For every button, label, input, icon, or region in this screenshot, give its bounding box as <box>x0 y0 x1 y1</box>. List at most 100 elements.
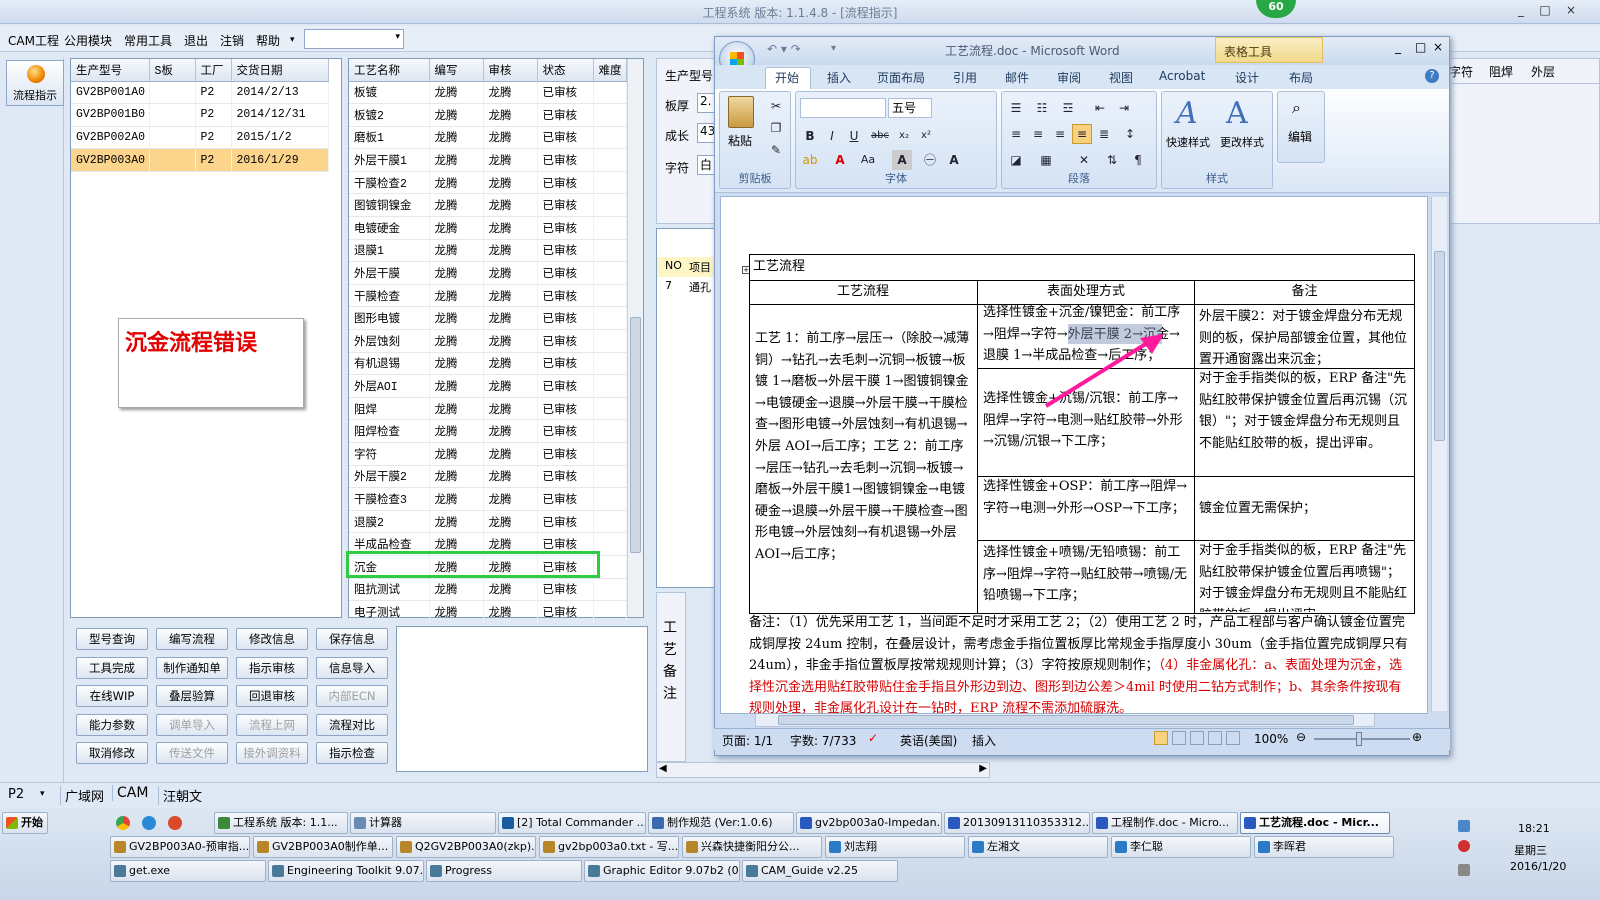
action-button[interactable]: 制作通知单 <box>156 656 228 679</box>
justify-icon[interactable]: ≡ <box>1072 124 1092 144</box>
reading-layout-icon[interactable] <box>1172 731 1186 745</box>
enclose-char-icon[interactable]: ㊀ <box>920 150 940 170</box>
taskbar-button[interactable]: 左湘文 <box>968 836 1108 858</box>
menu-help[interactable]: 帮助 <box>256 32 280 49</box>
table-row[interactable]: GV2BP003A0 P2 2016/1/29 <box>71 148 329 172</box>
change-style-label[interactable]: 更改样式 <box>1220 134 1264 150</box>
col-header[interactable]: 难度 <box>593 59 627 82</box>
multilevel-list-icon[interactable]: ☲ <box>1058 98 1078 118</box>
mini-cell[interactable]: 通孔 <box>689 279 711 295</box>
taskbar-button[interactable]: 兴森快捷衡阳分公... <box>682 836 822 858</box>
doc-hscrollbar[interactable] <box>755 713 1375 727</box>
distributed-icon[interactable]: ≣ <box>1094 124 1114 144</box>
table-row[interactable]: GV2BP001A0 P2 2014/2/13 <box>71 81 329 105</box>
action-button[interactable]: 指示检查 <box>316 742 388 764</box>
font-color-icon[interactable]: A <box>830 150 850 170</box>
format-painter-icon[interactable]: ✎ <box>766 140 786 160</box>
taskbar-button[interactable]: GV2BP003A0制作单... <box>253 836 393 858</box>
cam-tab[interactable]: CAM <box>112 785 148 801</box>
menu-tools[interactable]: 常用工具 <box>124 32 172 49</box>
taskbar-button[interactable]: gv2bp003a0-Impedan... <box>796 812 942 834</box>
maximize-icon[interactable]: □ <box>1536 3 1554 19</box>
action-button[interactable]: 传送文件 <box>156 742 228 764</box>
word-count[interactable]: 字数: 7/733 <box>790 732 856 749</box>
action-button[interactable]: 叠层验算 <box>156 685 228 707</box>
table-row[interactable]: 退膜2 龙腾 龙腾 已审核 <box>349 510 627 534</box>
taskbar-button[interactable]: 20130913110353312... <box>944 812 1090 834</box>
toolbar-combo[interactable]: ▾ <box>304 29 404 49</box>
clock-time[interactable]: 18:21 <box>1518 822 1550 835</box>
volume-icon[interactable] <box>1458 864 1470 876</box>
scrollbar-thumb[interactable] <box>630 317 641 553</box>
table-row[interactable]: 电子测试 龙腾 龙腾 已审核 <box>349 600 627 624</box>
ie-icon[interactable] <box>142 816 156 830</box>
clock-date[interactable]: 2016/1/20 <box>1510 860 1566 873</box>
table-row[interactable]: 板镀2 龙腾 龙腾 已审核 <box>349 103 627 127</box>
tab-design[interactable]: 设计 <box>1235 69 1259 86</box>
borders-icon[interactable]: ▦ <box>1036 150 1056 170</box>
zoom-out-icon[interactable]: ⊖ <box>1296 730 1306 744</box>
language[interactable]: 英语(美国) <box>900 732 957 749</box>
quick-style-icon[interactable]: A <box>1176 96 1198 131</box>
table-row[interactable]: 退膜1 龙腾 龙腾 已审核 <box>349 239 627 263</box>
taskbar-button[interactable]: 刘志翔 <box>825 836 965 858</box>
action-button[interactable]: 编写流程 <box>156 628 228 650</box>
underline-icon[interactable]: U <box>844 126 864 146</box>
line-spacing-icon[interactable]: ↕ <box>1120 124 1140 144</box>
taskbar-button[interactable]: get.exe <box>110 860 266 882</box>
taskbar-button[interactable]: Graphic Editor 9.07b2 (0... <box>584 860 740 882</box>
taskbar-button[interactable]: CAM_Guide v2.25 <box>742 860 898 882</box>
table-row[interactable]: 字符 龙腾 龙腾 已审核 <box>349 442 627 466</box>
table-row[interactable]: 阻焊检查 龙腾 龙腾 已审核 <box>349 419 627 443</box>
table-row[interactable]: 板镀 龙腾 龙腾 已审核 <box>349 81 627 105</box>
menu-cam[interactable]: CAM工程 <box>8 32 59 49</box>
col-header[interactable]: 交货日期 <box>231 59 329 82</box>
undo-icon[interactable]: ↶ ▾ ↷ <box>767 42 801 56</box>
taskbar-button[interactable]: 工程系统 版本: 1.1... <box>214 812 348 834</box>
taskbar-button[interactable]: Q2GV2BP003A0(zkp)... <box>396 836 536 858</box>
bold-icon[interactable]: B <box>800 126 820 146</box>
taskbar-button[interactable]: Engineering Toolkit 9.07... <box>268 860 424 882</box>
taskbar-button[interactable]: 李仁聪 <box>1111 836 1251 858</box>
scroll-right-icon[interactable]: ▶ <box>979 763 987 774</box>
grow-font-icon[interactable]: A <box>944 150 964 170</box>
print-layout-icon[interactable] <box>1154 731 1168 745</box>
page-count[interactable]: 页面: 1/1 <box>722 732 773 749</box>
show-marks-icon[interactable]: ¶ <box>1128 150 1148 170</box>
quick-style-label[interactable]: 快速样式 <box>1166 134 1210 150</box>
action-button[interactable]: 流程对比 <box>316 713 388 736</box>
taskbar-button[interactable]: 计算器 <box>350 812 496 834</box>
menu-overflow-icon[interactable]: ▾ <box>290 35 295 45</box>
action-button[interactable]: 内部ECN <box>316 685 388 707</box>
menu-public[interactable]: 公用模块 <box>64 32 112 49</box>
factory-combo[interactable]: P2 <box>8 787 24 802</box>
action-button[interactable]: 在线WIP <box>76 685 148 707</box>
tab-layout[interactable]: 布局 <box>1289 69 1313 86</box>
char-shading-icon[interactable]: A <box>892 150 912 170</box>
maximize-icon[interactable]: □ <box>1415 40 1426 54</box>
tab-view[interactable]: 视图 <box>1109 69 1133 86</box>
menu-exit[interactable]: 退出 <box>184 32 208 49</box>
taskbar-button[interactable]: 李晖君 <box>1254 836 1394 858</box>
italic-icon[interactable]: I <box>822 126 842 146</box>
find-icon[interactable]: ⌕ <box>1292 98 1301 118</box>
highlight-icon[interactable]: ab <box>800 150 820 170</box>
change-style-icon[interactable]: A <box>1226 96 1248 131</box>
table-row[interactable]: GV2BP002A0 P2 2015/1/2 <box>71 126 329 150</box>
taskbar-button[interactable]: 制作规范 (Ver:1.0.6) <box>648 812 794 834</box>
action-button[interactable]: 修改信息 <box>236 628 308 650</box>
table-row[interactable]: 图镀铜镍金 龙腾 龙腾 已审核 <box>349 193 627 218</box>
close-icon[interactable]: × <box>1562 3 1580 19</box>
action-button[interactable]: 保存信息 <box>316 628 388 650</box>
font-size-combo[interactable]: 五号 <box>888 98 932 118</box>
col-header[interactable]: 状态 <box>537 59 594 82</box>
outline-icon[interactable] <box>1208 731 1222 745</box>
table-row[interactable]: 阻抗测试 龙腾 龙腾 已审核 <box>349 578 627 602</box>
action-button[interactable]: 能力参数 <box>76 713 148 736</box>
increase-indent-icon[interactable]: ⇥ <box>1114 98 1134 118</box>
info-textbox[interactable] <box>396 626 648 772</box>
chevron-down-icon[interactable]: ▾ <box>40 789 45 799</box>
network-tab[interactable]: 广域网 <box>60 786 104 805</box>
table-row[interactable]: 外层干膜 龙腾 龙腾 已审核 <box>349 261 627 285</box>
bullets-icon[interactable]: ☰ <box>1006 98 1026 118</box>
